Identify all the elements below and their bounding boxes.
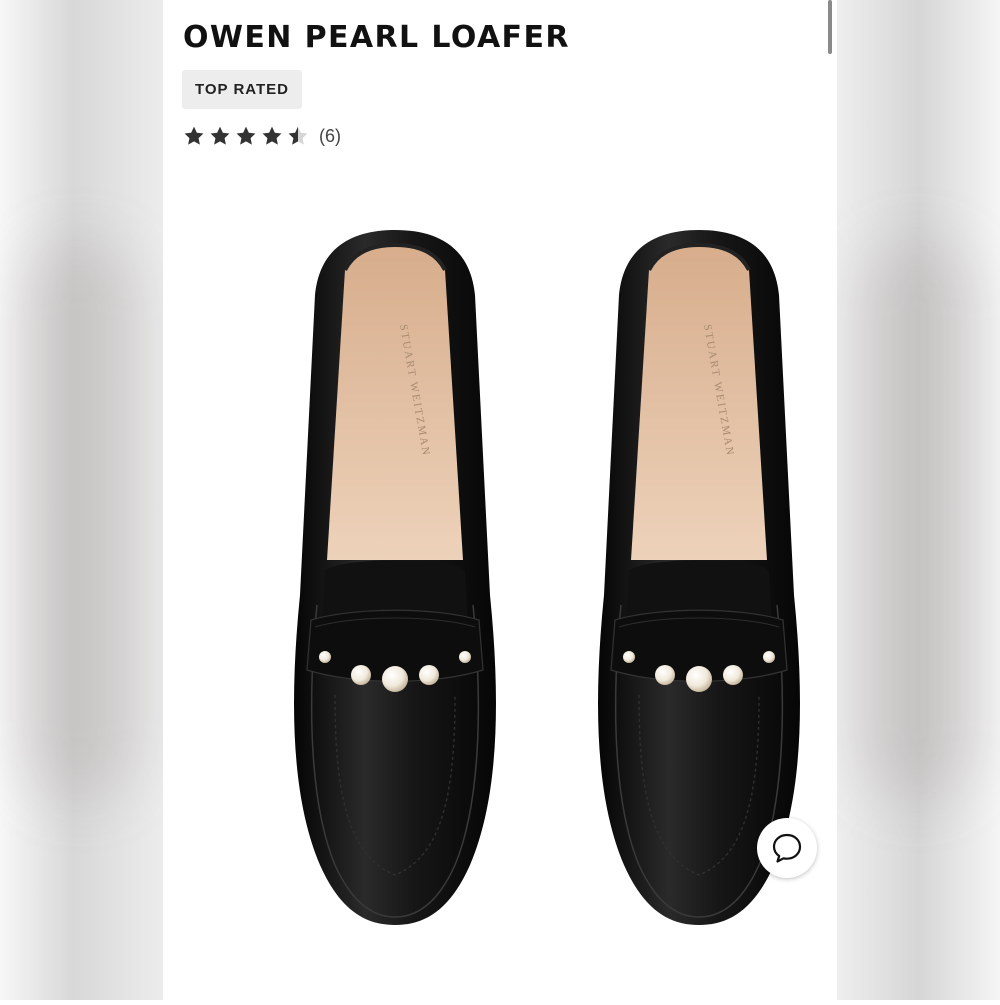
- right-loafer: STUART WEITZMAN: [596, 228, 802, 927]
- chat-bubble-icon: [772, 833, 802, 863]
- scrollbar-thumb[interactable]: [828, 0, 832, 54]
- star-icon: [184, 126, 204, 145]
- product-rating[interactable]: (6): [183, 124, 341, 148]
- rating-stars: [183, 125, 309, 147]
- loafers-image: STUART WEITZMAN STUART WEITZMAN: [292, 228, 802, 927]
- star-icon: [210, 126, 230, 145]
- left-backdrop: [0, 0, 163, 1000]
- left-loafer: STUART WEITZMAN: [292, 228, 498, 927]
- product-title: OWEN PEARL LOAFER: [183, 20, 570, 55]
- star-icon: [262, 126, 282, 145]
- star-icon: [236, 126, 256, 145]
- product-image[interactable]: STUART WEITZMAN STUART WEITZMAN: [163, 175, 837, 1000]
- product-panel: OWEN PEARL LOAFER TOP RATED (6) STUART W…: [163, 0, 837, 1000]
- right-backdrop: [837, 0, 1000, 1000]
- top-rated-badge: TOP RATED: [182, 70, 303, 109]
- review-count[interactable]: (6): [319, 126, 341, 147]
- chat-button[interactable]: [757, 818, 817, 878]
- half-star-icon: [288, 126, 308, 145]
